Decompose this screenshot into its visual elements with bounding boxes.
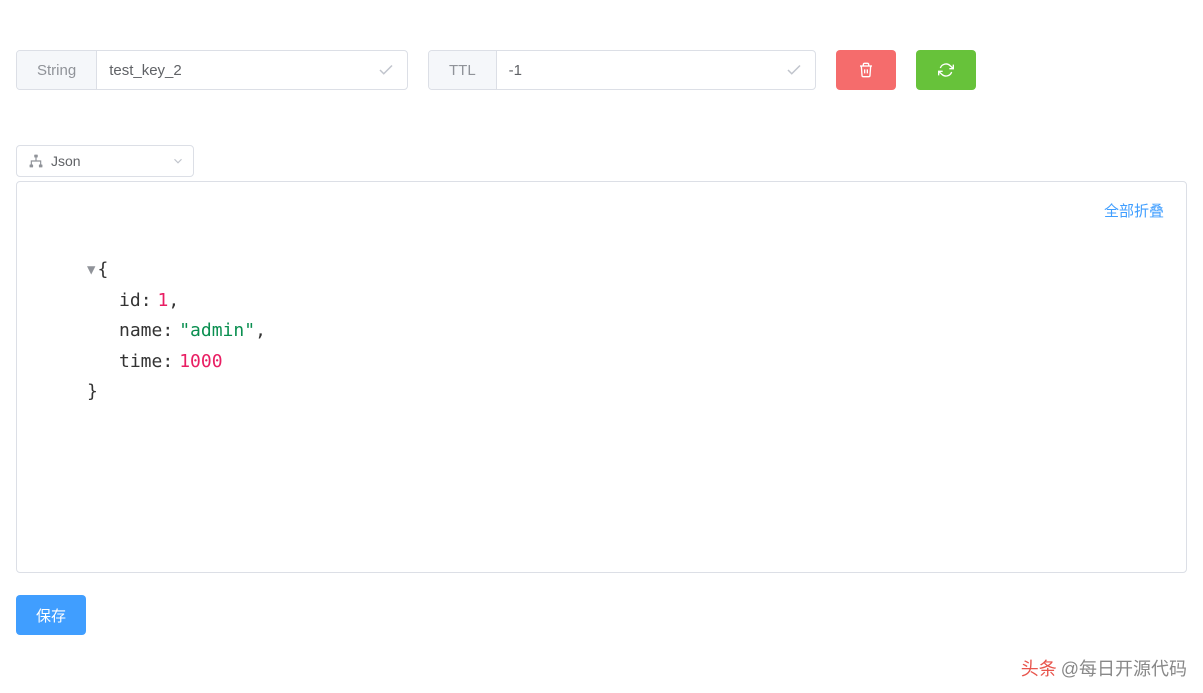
key-input[interactable]	[97, 51, 377, 89]
json-key: name	[119, 320, 162, 341]
watermark-brand: 头条	[1021, 655, 1057, 681]
json-row: time:1000	[87, 347, 1164, 378]
watermark: 头条 @每日开源代码	[1021, 655, 1187, 681]
delete-button[interactable]	[836, 50, 896, 90]
ttl-label: TTL	[429, 51, 497, 89]
save-button[interactable]: 保存	[16, 595, 86, 635]
check-icon[interactable]	[785, 51, 815, 89]
toolbar: String TTL	[16, 50, 1187, 90]
json-value: 1000	[179, 351, 222, 372]
format-row: Json	[16, 145, 1187, 177]
ttl-input-group[interactable]: TTL	[428, 50, 816, 90]
json-viewer: 全部折叠 ▼{ id:1, name:"admin", time:1000 }	[16, 181, 1187, 573]
json-tree[interactable]: ▼{ id:1, name:"admin", time:1000 }	[87, 255, 1164, 408]
json-key: time	[119, 351, 162, 372]
json-root-close: }	[87, 377, 1164, 408]
format-selector[interactable]: Json	[16, 145, 194, 177]
json-row: name:"admin",	[87, 316, 1164, 347]
check-icon[interactable]	[377, 51, 407, 89]
trash-icon	[858, 62, 874, 78]
watermark-text: @每日开源代码	[1061, 655, 1187, 681]
key-input-group[interactable]: String	[16, 50, 408, 90]
caret-down-icon[interactable]: ▼	[87, 259, 95, 283]
json-value: "admin"	[179, 320, 255, 341]
json-row: id:1,	[87, 286, 1164, 317]
tree-icon	[25, 154, 47, 168]
json-value: 1	[158, 290, 169, 311]
collapse-all-link[interactable]: 全部折叠	[1104, 200, 1164, 221]
format-label: Json	[47, 153, 171, 169]
json-root-open[interactable]: ▼{	[87, 255, 1164, 286]
type-label: String	[17, 51, 97, 89]
chevron-down-icon	[171, 154, 185, 168]
refresh-icon	[938, 62, 954, 78]
ttl-input[interactable]	[497, 51, 785, 89]
json-key: id	[119, 290, 141, 311]
refresh-button[interactable]	[916, 50, 976, 90]
